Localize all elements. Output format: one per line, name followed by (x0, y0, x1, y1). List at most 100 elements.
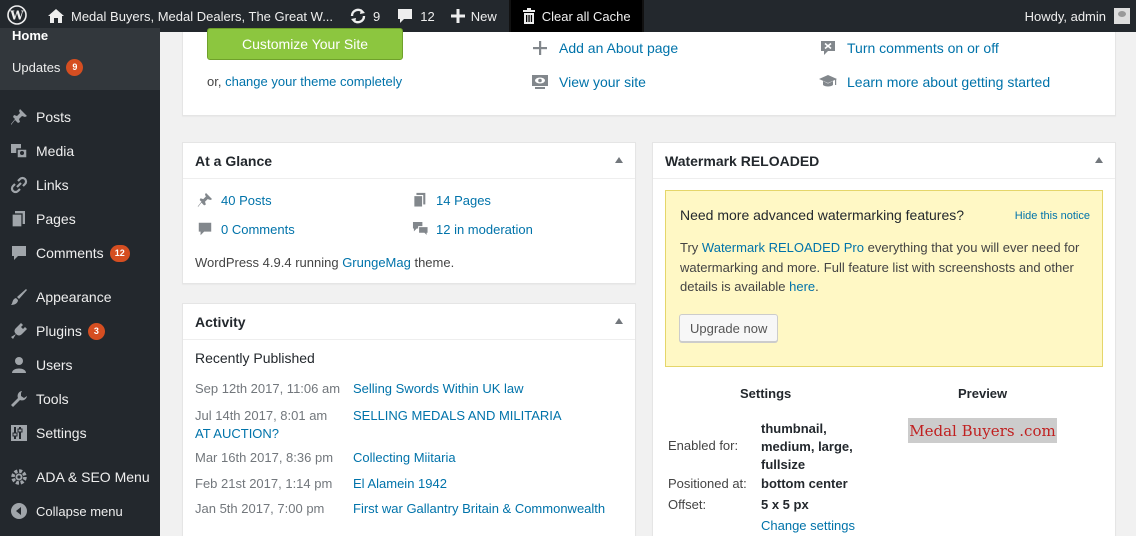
activity-date: Sep 12th 2017, 11:06 am (195, 381, 341, 396)
activity-widget: Activity Recently Published Sep 12th 201… (182, 303, 636, 536)
sidebar-item-comments[interactable]: Comments 12 (0, 236, 160, 270)
enabled-for-value: thumbnail, medium, large, fullsize (761, 421, 853, 472)
activity-date: Mar 16th 2017, 8:36 pm (195, 450, 334, 465)
sidebar-item-media[interactable]: Media (0, 134, 160, 168)
enabled-for-label: Enabled for: (668, 438, 739, 453)
posts-count-link[interactable]: 40 Posts (196, 191, 272, 209)
sidebar-item-appearance[interactable]: Appearance (0, 280, 160, 314)
watermark-pro-link[interactable]: Watermark RELOADED Pro (702, 240, 864, 255)
comments-off-icon (818, 38, 838, 58)
settings-icon (9, 423, 29, 443)
hide-notice-link[interactable]: Hide this notice (1015, 210, 1090, 222)
at-a-glance-widget: At a Glance 40 Posts 14 Pages 0 Comments… (182, 142, 636, 284)
settings-column-heading: Settings (740, 386, 792, 401)
plus-icon (530, 38, 550, 58)
watermark-reloaded-widget: Watermark RELOADED Need more advanced wa… (652, 142, 1116, 536)
activity-date: Jan 5th 2017, 7:00 pm (195, 501, 325, 516)
clear-cache-label: Clear all Cache (541, 8, 631, 24)
activity-header[interactable]: Activity (183, 304, 635, 340)
widget-title: Activity (195, 313, 246, 330)
updates-count: 9 (373, 8, 381, 24)
plugin-icon (9, 321, 29, 341)
welcome-or-text: or, change your theme completely (207, 74, 403, 89)
new-label: New (470, 8, 497, 24)
change-settings-link[interactable]: Change settings (761, 517, 855, 535)
collapse-toggle-icon[interactable] (615, 157, 623, 163)
sidebar-item-plugins[interactable]: Plugins 3 (0, 314, 160, 348)
collapse-icon (9, 501, 29, 521)
turn-comments-link[interactable]: Turn comments on or off (818, 38, 999, 58)
clear-cache-button[interactable]: Clear all Cache (508, 0, 644, 34)
customize-site-button[interactable]: Customize Your Site (207, 28, 403, 60)
link-icon (9, 175, 29, 195)
positioned-at-label: Positioned at: (668, 476, 747, 491)
collapse-toggle-icon[interactable] (1095, 157, 1103, 163)
learn-more-link[interactable]: Learn more about getting started (818, 72, 1050, 92)
activity-row: Sep 12th 2017, 11:06 am Selling Swords W… (195, 381, 615, 396)
view-site-icon (530, 72, 550, 92)
recently-published-heading: Recently Published (195, 350, 315, 366)
pages-count-link[interactable]: 14 Pages (411, 191, 491, 209)
notice-title: Need more advanced watermarking features… (680, 207, 965, 223)
sidebar-item-settings[interactable]: Settings (0, 416, 160, 450)
sidebar-item-tools[interactable]: Tools (0, 382, 160, 416)
comments-moderation-icon (411, 220, 429, 238)
graduation-cap-icon (818, 72, 838, 92)
widget-title: At a Glance (195, 152, 273, 169)
wrench-icon (9, 389, 29, 409)
dashboard-submenu: Home Updates 9 (0, 28, 160, 90)
sidebar-item-users[interactable]: Users (0, 348, 160, 382)
at-a-glance-header[interactable]: At a Glance (183, 143, 635, 179)
pages-icon (9, 209, 29, 229)
moderation-count-link[interactable]: 12 in moderation (411, 220, 533, 238)
wordpress-icon: W (7, 4, 27, 28)
activity-date: Jul 14th 2017, 8:01 am (195, 408, 328, 423)
admin-bar: W Medal Buyers, Medal Dealers, The Great… (0, 0, 1136, 34)
home-icon (47, 8, 65, 24)
comment-icon (396, 7, 414, 25)
post-link[interactable]: Selling Swords Within UK law (353, 381, 524, 396)
sidebar-item-ada-seo[interactable]: ADA & SEO Menu (0, 460, 160, 494)
sidebar-item-links[interactable]: Links (0, 168, 160, 202)
sidebar-item-pages[interactable]: Pages (0, 202, 160, 236)
theme-link[interactable]: GrungeMag (342, 255, 411, 270)
pages-icon (411, 191, 429, 209)
post-link[interactable]: First war Gallantry Britain & Commonweal… (353, 501, 605, 516)
my-account-link[interactable]: Howdy, admin (1017, 0, 1136, 32)
updates-badge: 9 (66, 58, 84, 76)
comment-icon (196, 220, 214, 238)
welcome-panel: Customize Your Site or, change your them… (182, 28, 1116, 116)
add-about-page-link[interactable]: Add an About page (530, 38, 678, 58)
here-link[interactable]: here (789, 279, 815, 294)
activity-row: Jul 14th 2017, 8:01 am SELLING MEDALS AND… (195, 407, 575, 442)
activity-row: Mar 16th 2017, 8:36 pm Collecting Miitar… (195, 450, 615, 465)
site-title: Medal Buyers, Medal Dealers, The Great W… (71, 8, 334, 24)
updates-icon (349, 7, 367, 25)
sidebar-item-posts[interactable]: Posts (0, 100, 160, 134)
upgrade-now-button[interactable]: Upgrade now (679, 314, 779, 342)
gear-icon (9, 467, 29, 487)
avatar (1114, 8, 1130, 24)
preview-column-heading: Preview (958, 386, 1008, 401)
offset-value: 5 x 5 px (761, 497, 809, 512)
collapse-menu-button[interactable]: Collapse menu (0, 494, 160, 528)
new-content-link[interactable]: New (443, 0, 505, 32)
sidebar-item-home[interactable]: Home (0, 28, 160, 52)
wordpress-version-text: WordPress 4.9.4 running GrungeMag theme. (195, 255, 455, 270)
widget-title: Watermark RELOADED (665, 152, 820, 169)
pin-icon (196, 191, 214, 209)
change-theme-link[interactable]: change your theme completely (225, 74, 402, 89)
post-link[interactable]: El Alamein 1942 (353, 476, 447, 491)
activity-date: Feb 21st 2017, 1:14 pm (195, 476, 333, 491)
watermark-preview: Medal Buyers .com (908, 418, 1057, 443)
media-icon (9, 141, 29, 161)
pin-icon (9, 107, 29, 127)
sidebar-item-updates[interactable]: Updates 9 (0, 52, 160, 82)
watermark-header[interactable]: Watermark RELOADED (653, 143, 1115, 179)
comment-icon (9, 243, 29, 263)
comments-count-link[interactable]: 0 Comments (196, 220, 295, 238)
view-site-link[interactable]: View your site (530, 72, 646, 92)
collapse-toggle-icon[interactable] (615, 318, 623, 324)
post-link[interactable]: Collecting Miitaria (353, 450, 456, 465)
user-icon (9, 355, 29, 375)
